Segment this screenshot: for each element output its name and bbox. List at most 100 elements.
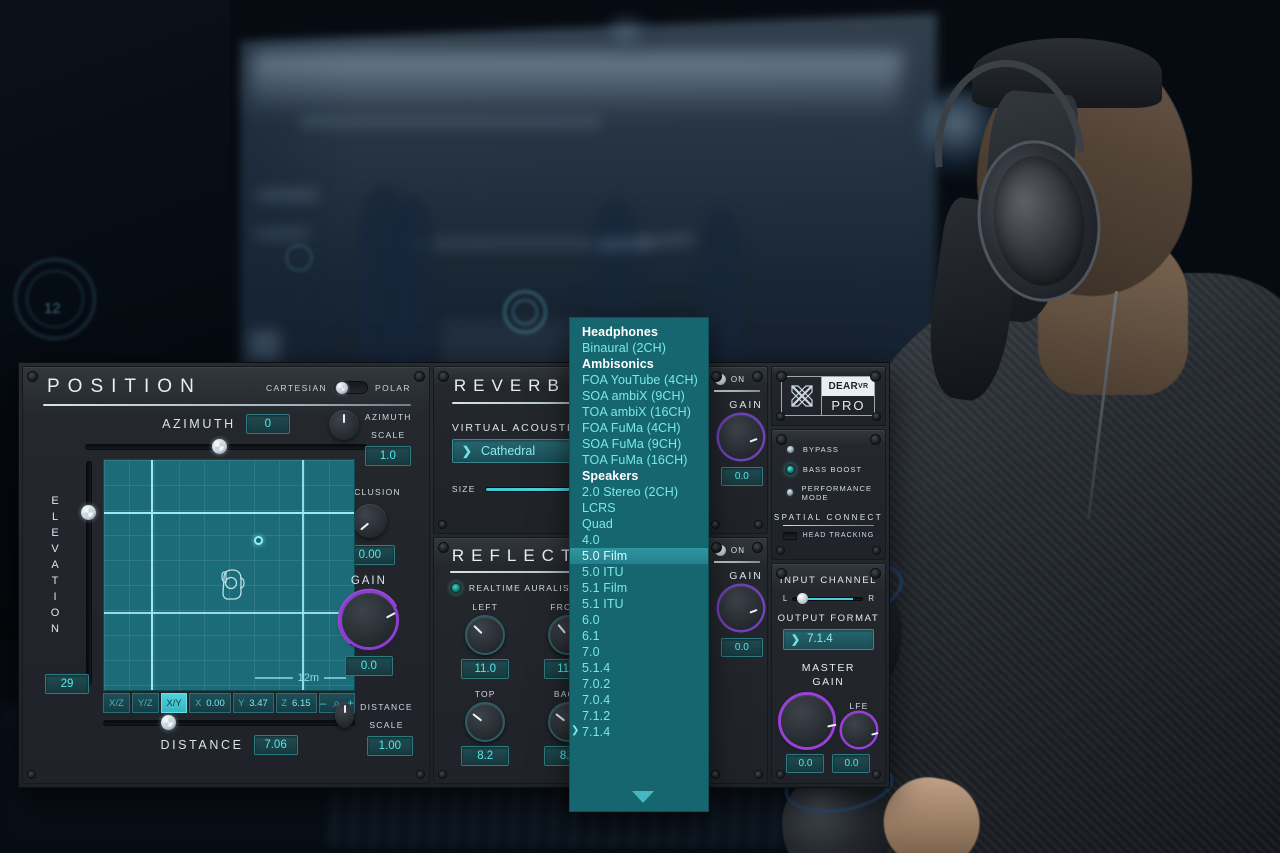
azimuth-value[interactable]: 0 <box>245 414 290 434</box>
coord-y[interactable]: Y 3.47 <box>232 693 274 713</box>
head-tracking-row[interactable]: HEAD TRACKING <box>772 531 885 540</box>
output-format-value: 7.1.4 <box>807 633 833 646</box>
distance-scale-value[interactable]: 1.00 <box>366 736 413 756</box>
dropdown-group-header: Headphones <box>582 325 659 339</box>
coord-x[interactable]: X 0.00 <box>189 693 231 713</box>
dropdown-item[interactable]: LCRS <box>570 500 708 516</box>
dropdown-item[interactable]: 4.0 <box>570 532 708 548</box>
elevation-value[interactable]: 29 <box>45 674 89 694</box>
output-format-select[interactable]: ❯ 7.1.4 <box>782 628 874 650</box>
module-1-on-row[interactable]: ON <box>707 367 767 385</box>
option-bypass[interactable]: BYPASS <box>772 443 885 455</box>
background-figure <box>392 196 434 386</box>
reflection-top-value[interactable]: 8.2 <box>461 746 510 766</box>
position-panel: POSITION CARTESIAN POLAR AZIMUTH 0 AZIMU… <box>22 366 430 784</box>
dropdown-item[interactable]: 5.0 ITU <box>570 564 708 580</box>
module-strip-column: ON GAIN 0.0 ON GAIN 0.0 <box>705 366 768 784</box>
input-channel-label: INPUT CHANNEL <box>779 574 878 586</box>
master-gain-value[interactable]: 0.0 <box>786 753 825 773</box>
bass-boost-led-icon[interactable] <box>784 463 796 475</box>
zoom-out-icon[interactable]: – <box>320 696 327 710</box>
dropdown-item[interactable]: 7.0.4 <box>570 692 708 708</box>
background-speaker <box>600 16 660 50</box>
lfe-value[interactable]: 0.0 <box>832 753 871 773</box>
dropdown-item[interactable]: TOA ambiX (16CH) <box>570 404 708 420</box>
module-2-gain-value[interactable]: 0.0 <box>720 637 763 657</box>
dropdown-item[interactable]: FOA YouTube (4CH) <box>570 372 708 388</box>
dropdown-item[interactable]: FOA FuMa (4CH) <box>570 420 708 436</box>
dropdown-item[interactable]: 5.0 Film <box>570 548 708 564</box>
coord-z[interactable]: Z 6.15 <box>275 693 317 713</box>
coord-y-axis: Y <box>238 698 245 708</box>
dropdown-item[interactable]: 2.0 Stereo (2CH) <box>570 484 708 500</box>
elevation-label: ELEVATION <box>50 495 60 635</box>
input-channel-slider[interactable] <box>792 592 864 604</box>
plane-button-xy[interactable]: X/Y <box>160 693 188 713</box>
options-panel: BYPASS BASS BOOST PERFORMANCE MODE SPATI… <box>770 428 886 560</box>
performance-mode-label: PERFORMANCE MODE <box>801 483 873 502</box>
module-1-power-icon[interactable] <box>714 374 726 385</box>
module-2-gain-knob[interactable] <box>718 585 763 630</box>
head-tracking-switch-icon[interactable] <box>782 531 797 540</box>
module-2-power-icon[interactable] <box>714 545 726 556</box>
cartesian-polar-switch[interactable] <box>334 381 369 394</box>
position-plot[interactable]: 12m <box>103 459 355 691</box>
output-format-dropdown[interactable]: Headphones Binaural (2CH) Ambisonics FOA Yo… <box>569 317 709 812</box>
dropdown-item[interactable]: 6.0 <box>570 612 708 628</box>
option-performance-mode[interactable]: PERFORMANCE MODE <box>772 484 885 502</box>
plane-button-yz[interactable]: Y/Z <box>131 693 159 713</box>
output-format-label: OUTPUT FORMAT <box>777 612 880 624</box>
gain-value[interactable]: 0.0 <box>344 656 393 676</box>
dropdown-item[interactable]: 7.1.2 <box>570 708 708 724</box>
dearvr-pro-plugin-window: POSITION CARTESIAN POLAR AZIMUTH 0 AZIMU… <box>18 362 890 788</box>
gain-knob[interactable] <box>341 593 396 647</box>
elevation-slider[interactable] <box>81 461 96 685</box>
distance-slider[interactable] <box>103 715 355 730</box>
title-rule <box>43 404 411 406</box>
bypass-led-icon[interactable] <box>784 443 796 455</box>
dropdown-scroll-down-icon[interactable] <box>632 791 654 803</box>
dropdown-item[interactable]: TOA FuMa (16CH) <box>570 452 708 468</box>
dropdown-item[interactable]: Binaural (2CH) <box>570 340 708 356</box>
performance-mode-led-icon[interactable] <box>784 487 795 499</box>
azimuth-scale-control: AZIMUTH SCALE 1.0 <box>328 407 413 466</box>
module-1-gain-value[interactable]: 0.0 <box>720 466 763 486</box>
dearvr-wordmark: DEAR VR <box>822 376 875 396</box>
dropdown-item[interactable]: 6.1 <box>570 628 708 644</box>
chevron-right-icon: ❯ <box>461 444 472 458</box>
lfe-knob[interactable] <box>841 712 879 747</box>
dropdown-item[interactable]: SOA FuMa (9CH) <box>570 436 708 452</box>
dropdown-item[interactable]: 7.0.2 <box>570 676 708 692</box>
reflection-left-value[interactable]: 11.0 <box>461 659 510 679</box>
reflection-top-knob[interactable] <box>465 702 506 742</box>
size-label: SIZE <box>451 484 476 494</box>
distance-scale-knob[interactable] <box>334 702 355 728</box>
dropdown-item[interactable]: 5.1 Film <box>570 580 708 596</box>
azimuth-slider[interactable] <box>85 439 367 454</box>
brand-pro: PRO <box>831 397 866 413</box>
master-gain-knob[interactable] <box>780 694 836 747</box>
cartesian-label: CARTESIAN <box>265 382 328 393</box>
module-2-on-row[interactable]: ON <box>707 538 767 556</box>
option-bass-boost[interactable]: BASS BOOST <box>772 463 885 475</box>
dropdown-item[interactable]: 5.1.4 <box>570 660 708 676</box>
polar-label: POLAR <box>375 382 411 393</box>
dropdown-item[interactable]: 7.1.4 <box>570 724 708 740</box>
realtime-auralisation-led-icon[interactable] <box>449 582 462 594</box>
dropdown-item[interactable]: 5.1 ITU <box>570 596 708 612</box>
plane-button-xz[interactable]: X/Z <box>103 693 130 713</box>
dropdown-item[interactable]: SOA ambiX (9CH) <box>570 388 708 404</box>
coord-x-axis: X <box>195 698 202 708</box>
dropdown-item[interactable]: 7.0 <box>570 644 708 660</box>
spatial-connect-title: SPATIAL CONNECT <box>773 512 884 522</box>
module-1-gain-knob[interactable] <box>718 414 763 459</box>
coordinate-mode-toggle[interactable]: CARTESIAN POLAR <box>266 381 411 394</box>
azimuth-scale-knob[interactable] <box>328 410 359 440</box>
distance-value[interactable]: 7.06 <box>253 735 298 755</box>
right-column: DEAR VR PRO BYPASS BASS BOOST PERFORMANCE… <box>770 366 886 784</box>
master-gain-title: MASTER GAIN <box>772 661 885 689</box>
dropdown-item[interactable]: Quad <box>570 516 708 532</box>
reflection-left-knob[interactable] <box>465 615 506 655</box>
sound-source-dot[interactable] <box>254 536 263 545</box>
dropdown-group-header: Speakers <box>582 469 639 483</box>
